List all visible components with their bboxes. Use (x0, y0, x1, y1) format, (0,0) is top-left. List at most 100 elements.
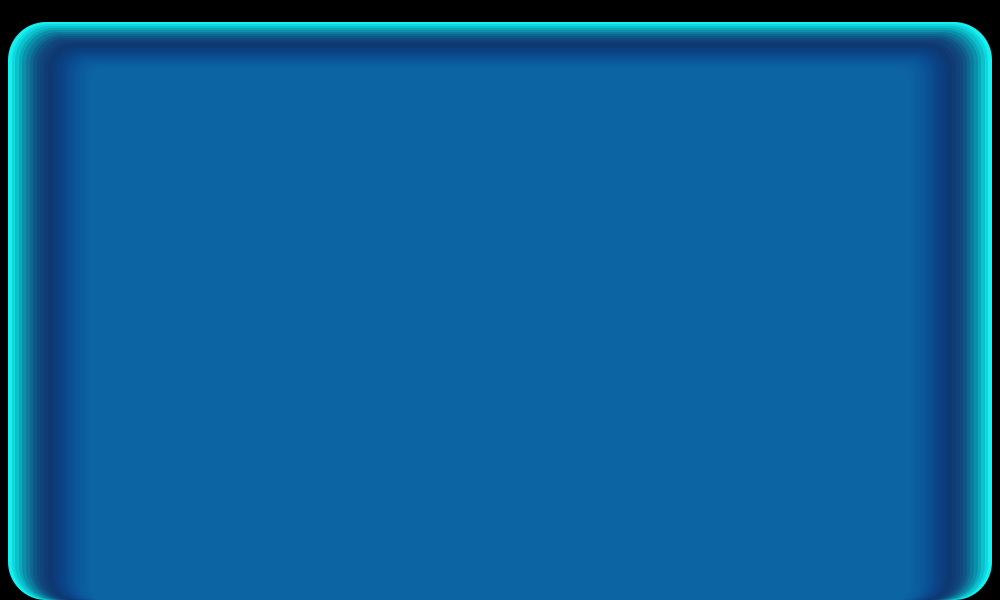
conversation-list-item[interactable]: CN Charles Nickelson (855) 980-7299 9H AGO N… (140, 157, 354, 212)
contact-field-label: First Name (743, 176, 787, 186)
contact-field-input[interactable]: (913) 912-0504 (794, 222, 892, 240)
conversation-timestamp: 5D AGO (315, 381, 345, 391)
conversation-preview: Hi (148, 139, 157, 150)
gear-icon[interactable] (881, 319, 892, 331)
plus-icon: + (751, 344, 756, 353)
add-tag-button[interactable]: + Add Tag (743, 341, 793, 356)
contact-name: Patty Hoyt (790, 138, 845, 150)
sidebar-item-announcements[interactable] (100, 378, 140, 416)
conversation-contact-phone: (386) 965-3890 (176, 122, 238, 133)
contact-field-label: Email (743, 251, 766, 261)
contact-field-input[interactable]: Patty (794, 172, 892, 190)
top-bar: Personal Inbox (561) 771-5917 Create Con… (140, 40, 900, 75)
sidebar-item-contacts[interactable] (100, 124, 140, 162)
delete-button[interactable]: Delete (837, 411, 876, 423)
create-contact-button[interactable]: Create Contact (807, 47, 890, 67)
conversation-list-item[interactable]: PH Patty Hoyt (913) 912-0504 3D AGO Great, c… (140, 211, 354, 266)
sidebar-item-messages[interactable] (100, 86, 140, 124)
contact-field-label: Phone (743, 226, 769, 236)
chevron-down-icon[interactable] (233, 48, 240, 53)
template-icon[interactable] (389, 411, 399, 421)
app-window: Personal Inbox (561) 771-5917 Create Con… (100, 40, 900, 482)
tags-label: Tags (763, 319, 784, 331)
conversation-contact-phone: (561) 929-4229 (176, 285, 238, 296)
character-counter: 1 / 160 (583, 411, 606, 421)
contact-phone: (913) 912-0504 (786, 152, 849, 162)
message-avatar: CB (705, 178, 724, 198)
sidebar-item-broadcasts[interactable] (100, 162, 140, 200)
conversation-contact-phone: (855) 980-7299 (176, 177, 238, 187)
contact-field-input[interactable]: pattyhoyt@laurenas (794, 247, 892, 265)
contact-field-row: Last Name Hoyt (735, 197, 900, 222)
book-appointment-button[interactable]: Book Appointment (743, 373, 892, 393)
chevron-up-icon (879, 381, 885, 385)
content-area: Open + CN Charles Nickelson (386) 965-3890… (140, 75, 900, 482)
conversation-list-item[interactable]: MS Michael Steller (720) 224-1679 3D AGO I s… (140, 320, 354, 374)
inbox-selector[interactable]: Personal Inbox (561) 771-5917 (150, 42, 240, 72)
channel-toggle-sms[interactable]: SMS (545, 411, 577, 421)
status-filter-open[interactable]: Open (148, 79, 212, 98)
top-bar-actions: Create Contact (684, 47, 890, 67)
sidebar-item-help[interactable] (100, 416, 140, 454)
conversation-contact-name: Charles Nickelson (176, 110, 259, 121)
tag-icon (743, 316, 756, 334)
integration-section: HubSpot (735, 272, 900, 307)
conversation-preview: Great, check your email and sign the doc… (148, 247, 345, 258)
conversation-list[interactable]: CN Charles Nickelson (386) 965-3890 9H AGO H… (140, 103, 354, 482)
conversation-contact-phone: (508) 308-2476 (176, 393, 238, 404)
message-thread-panel: Patty Hoyt I'll need the following: Addr… (355, 75, 735, 482)
message-input[interactable] (365, 427, 724, 467)
new-conversation-button[interactable]: + (327, 79, 346, 98)
contact-field-row: Email pattyhoyt@laurenas (735, 247, 900, 272)
conversation-avatar: JL (148, 434, 169, 456)
conversation-timestamp: 3D AGO (315, 273, 345, 283)
toggle-knob (568, 412, 575, 420)
conversation-timestamp: 5D AGO (315, 435, 345, 445)
inbox-phone: (561) 771-5917 (150, 60, 215, 72)
plus-icon[interactable] (407, 411, 418, 422)
status-filter-label: Open (170, 83, 193, 94)
message-list[interactable]: I'll need the following: Address, City, … (355, 101, 734, 398)
conversation-list-item[interactable]: HP Harry Pearce (508) 308-2476 5D AGO Did yo… (140, 374, 354, 428)
conversation-timestamp: 3D AGO (315, 219, 345, 229)
kebab-menu-icon[interactable] (889, 284, 892, 296)
conversation-list-item[interactable]: CB Chris Brisson (561) 929-4229 3D AGO Chris… (140, 265, 354, 320)
search-input[interactable] (704, 52, 794, 62)
message-row: PH Yes that's correct (365, 271, 724, 300)
send-message-button[interactable]: Send Message (645, 407, 719, 425)
user-avatar[interactable] (109, 454, 131, 476)
conversation-contact-name: Chris Brisson (176, 272, 239, 284)
contact-field-row: First Name Patty (735, 172, 900, 197)
question-circle-icon (113, 428, 128, 443)
inbox-title: Personal Inbox (150, 45, 226, 58)
conversation-avatar: CN (148, 164, 169, 186)
conversation-timestamp: 9H AGO (315, 111, 345, 120)
conversation-list-panel: Open + CN Charles Nickelson (386) 965-3890… (140, 75, 355, 482)
conversation-preview: Chris, ontraport test #2 (148, 301, 345, 312)
message-row: After confirmation of the address, you'l… (365, 178, 724, 262)
contact-field-value: pattyhoyt@laurenas (814, 251, 886, 261)
message-row: Great, check your email and sign the doc… (365, 309, 724, 351)
mark-resolved-button[interactable] (683, 78, 702, 97)
opt-out-button[interactable]: Opt-out (759, 411, 805, 423)
contact-fields: First Name Patty Last Name Hoyt Phone (913) 9… (735, 172, 900, 272)
comment-icon (711, 79, 722, 97)
add-note-button[interactable] (707, 78, 726, 97)
contact-field-input[interactable]: Hoyt (794, 197, 892, 215)
clock-icon[interactable] (628, 411, 638, 421)
conversation-contact-name: Jordan LoCoco (176, 434, 246, 446)
chevron-down-icon (198, 86, 205, 91)
conversation-list-item[interactable]: CN Charles Nickelson (386) 965-3890 9H AGO H… (140, 103, 354, 158)
conversation-timestamp: 3D AGO (315, 327, 345, 337)
gear-icon[interactable] (612, 411, 622, 421)
tags-section: Tags + Add Tag (735, 307, 900, 364)
contact-field-row: Phone (913) 912-0504 (735, 222, 900, 247)
search-contacts-box[interactable] (684, 47, 800, 67)
conversation-avatar: HP (148, 380, 169, 402)
envelope-icon (800, 248, 810, 264)
conversation-list-item[interactable]: JL Jordan LoCoco (815) 666-4713 5D AGO (140, 428, 354, 467)
emoji-icon[interactable] (426, 411, 437, 422)
image-icon[interactable] (370, 411, 381, 421)
logo-icon[interactable] (108, 48, 132, 75)
person-icon (800, 173, 809, 189)
